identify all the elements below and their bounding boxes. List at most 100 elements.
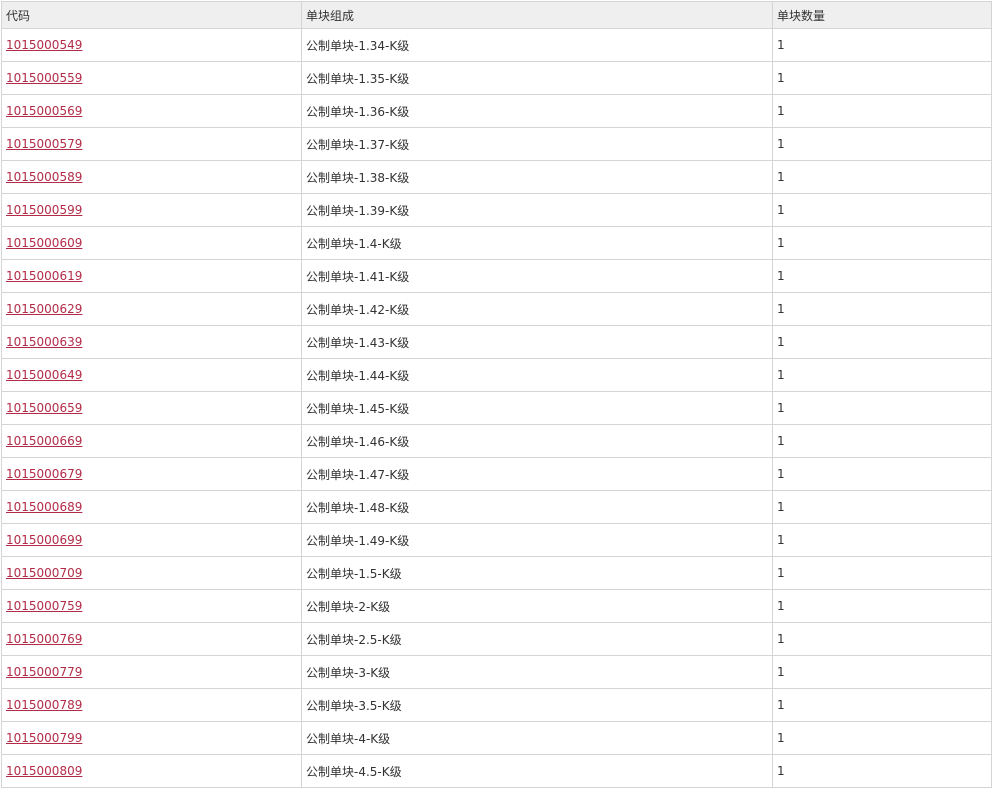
table-body: 1015000549 公制单块-1.34-K级 1 1015000559 公制单块-1.… [1,28,992,788]
code-cell: 1015000699 [1,523,302,557]
table-row: 1015000669 公制单块-1.46-K级 1 [1,424,992,458]
table-row: 1015000759 公制单块-2-K级 1 [1,589,992,623]
table-container: 代码 单块组成 单块数量 1015000549 公制单块-1.34-K级 1 1015… [1,1,992,788]
composition-cell: 公制单块-1.36-K级 [301,94,773,128]
quantity-cell: 1 [772,556,992,590]
table-row: 1015000809 公制单块-4.5-K级 1 [1,754,992,788]
quantity-cell: 1 [772,358,992,392]
quantity-cell: 1 [772,160,992,194]
code-link[interactable]: 1015000769 [6,632,82,646]
header-composition: 单块组成 [301,1,773,29]
code-cell: 1015000619 [1,259,302,293]
code-link[interactable]: 1015000549 [6,38,82,52]
code-link[interactable]: 1015000579 [6,137,82,151]
code-link[interactable]: 1015000789 [6,698,82,712]
header-row: 代码 单块组成 单块数量 [1,1,992,29]
code-cell: 1015000549 [1,28,302,62]
composition-cell: 公制单块-1.4-K级 [301,226,773,260]
code-link[interactable]: 1015000589 [6,170,82,184]
composition-cell: 公制单块-1.35-K级 [301,61,773,95]
composition-cell: 公制单块-1.34-K级 [301,28,773,62]
table-row: 1015000689 公制单块-1.48-K级 1 [1,490,992,524]
composition-cell: 公制单块-1.43-K级 [301,325,773,359]
composition-cell: 公制单块-1.44-K级 [301,358,773,392]
code-cell: 1015000789 [1,688,302,722]
table-row: 1015000599 公制单块-1.39-K级 1 [1,193,992,227]
quantity-cell: 1 [772,688,992,722]
code-link[interactable]: 1015000689 [6,500,82,514]
table-row: 1015000679 公制单块-1.47-K级 1 [1,457,992,491]
code-cell: 1015000679 [1,457,302,491]
code-cell: 1015000559 [1,61,302,95]
table-row: 1015000619 公制单块-1.41-K级 1 [1,259,992,293]
code-cell: 1015000579 [1,127,302,161]
composition-cell: 公制单块-1.49-K级 [301,523,773,557]
code-link[interactable]: 1015000659 [6,401,82,415]
code-cell: 1015000629 [1,292,302,326]
quantity-cell: 1 [772,523,992,557]
composition-cell: 公制单块-1.47-K级 [301,457,773,491]
table-row: 1015000609 公制单块-1.4-K级 1 [1,226,992,260]
header-code: 代码 [1,1,302,29]
code-cell: 1015000609 [1,226,302,260]
composition-cell: 公制单块-1.37-K级 [301,127,773,161]
code-link[interactable]: 1015000679 [6,467,82,481]
table-row: 1015000629 公制单块-1.42-K级 1 [1,292,992,326]
code-link[interactable]: 1015000759 [6,599,82,613]
quantity-cell: 1 [772,61,992,95]
quantity-cell: 1 [772,226,992,260]
code-link[interactable]: 1015000559 [6,71,82,85]
quantity-cell: 1 [772,721,992,755]
table-row: 1015000789 公制单块-3.5-K级 1 [1,688,992,722]
code-link[interactable]: 1015000569 [6,104,82,118]
quantity-cell: 1 [772,490,992,524]
quantity-cell: 1 [772,622,992,656]
code-cell: 1015000759 [1,589,302,623]
code-cell: 1015000599 [1,193,302,227]
quantity-cell: 1 [772,28,992,62]
composition-cell: 公制单块-2-K级 [301,589,773,623]
quantity-cell: 1 [772,259,992,293]
table-header: 代码 单块组成 单块数量 [1,1,992,29]
table-row: 1015000569 公制单块-1.36-K级 1 [1,94,992,128]
code-link[interactable]: 1015000649 [6,368,82,382]
code-cell: 1015000709 [1,556,302,590]
code-cell: 1015000669 [1,424,302,458]
table-row: 1015000589 公制单块-1.38-K级 1 [1,160,992,194]
code-link[interactable]: 1015000799 [6,731,82,745]
quantity-cell: 1 [772,292,992,326]
code-link[interactable]: 1015000609 [6,236,82,250]
table-row: 1015000659 公制单块-1.45-K级 1 [1,391,992,425]
code-cell: 1015000779 [1,655,302,689]
table-row: 1015000799 公制单块-4-K级 1 [1,721,992,755]
code-cell: 1015000569 [1,94,302,128]
table-row: 1015000639 公制单块-1.43-K级 1 [1,325,992,359]
code-link[interactable]: 1015000809 [6,764,82,778]
quantity-cell: 1 [772,754,992,788]
code-cell: 1015000649 [1,358,302,392]
code-link[interactable]: 1015000629 [6,302,82,316]
quantity-cell: 1 [772,94,992,128]
code-cell: 1015000639 [1,325,302,359]
quantity-cell: 1 [772,457,992,491]
quantity-cell: 1 [772,325,992,359]
code-link[interactable]: 1015000639 [6,335,82,349]
composition-cell: 公制单块-1.42-K级 [301,292,773,326]
code-cell: 1015000659 [1,391,302,425]
code-link[interactable]: 1015000599 [6,203,82,217]
code-link[interactable]: 1015000619 [6,269,82,283]
code-cell: 1015000799 [1,721,302,755]
code-cell: 1015000769 [1,622,302,656]
composition-cell: 公制单块-1.38-K级 [301,160,773,194]
code-cell: 1015000689 [1,490,302,524]
table-row: 1015000579 公制单块-1.37-K级 1 [1,127,992,161]
code-link[interactable]: 1015000699 [6,533,82,547]
composition-cell: 公制单块-1.41-K级 [301,259,773,293]
quantity-cell: 1 [772,193,992,227]
composition-cell: 公制单块-3.5-K级 [301,688,773,722]
code-link[interactable]: 1015000779 [6,665,82,679]
quantity-cell: 1 [772,424,992,458]
code-link[interactable]: 1015000709 [6,566,82,580]
code-link[interactable]: 1015000669 [6,434,82,448]
table-row: 1015000699 公制单块-1.49-K级 1 [1,523,992,557]
